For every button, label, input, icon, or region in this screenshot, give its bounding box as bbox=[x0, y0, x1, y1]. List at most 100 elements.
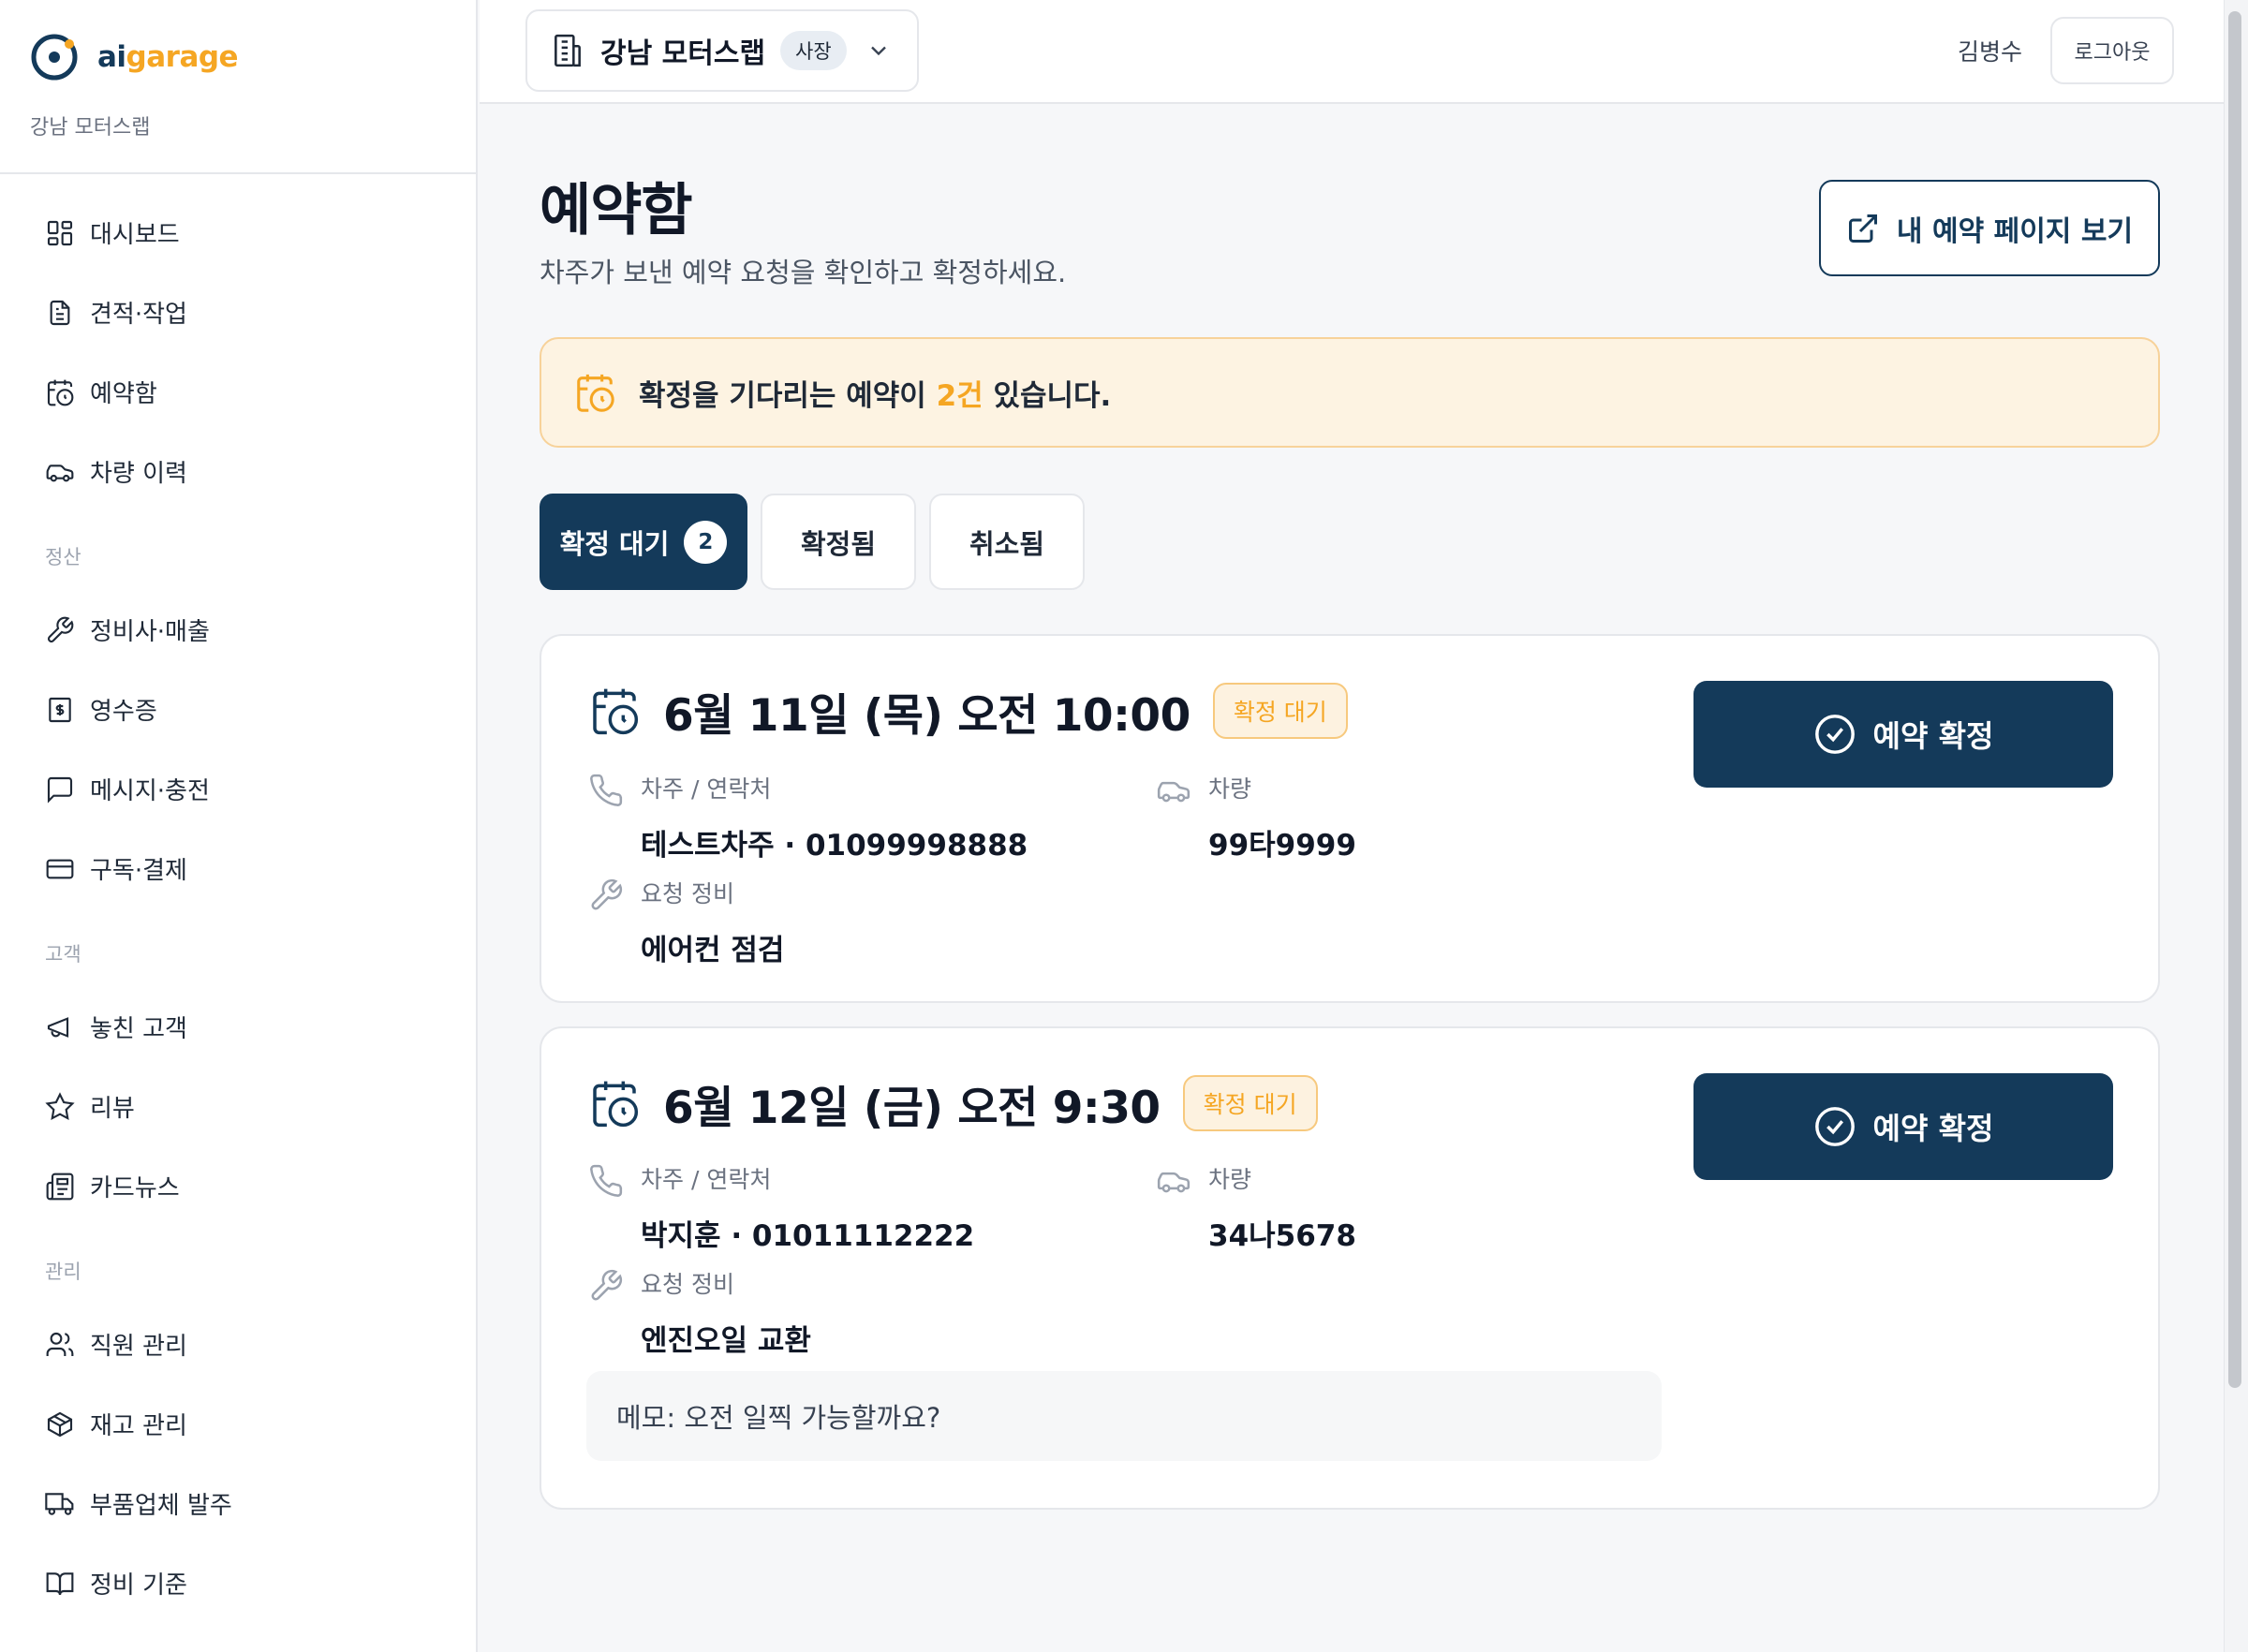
megaphone-icon bbox=[45, 1012, 75, 1042]
sidebar-item-label: 영수증 bbox=[90, 698, 157, 726]
reservation-memo: 메모: 오전 일찍 가능할까요? bbox=[586, 1371, 1662, 1461]
sidebar-item-label: 카드뉴스 bbox=[90, 1174, 180, 1202]
sidebar-item-reservations[interactable]: 예약함 bbox=[0, 352, 476, 432]
field-label: 차주 / 연락처 bbox=[641, 1166, 772, 1193]
sidebar-item-label: 직원 관리 bbox=[90, 1333, 187, 1361]
shop-selector-name: 강남 모터스랩 bbox=[600, 37, 766, 70]
sidebar-section-title: 고객 bbox=[45, 943, 81, 966]
owner-contact-value: 테스트차주 · 01099998888 bbox=[641, 829, 1028, 863]
brand-logo[interactable]: aigarage bbox=[30, 32, 239, 82]
sidebar-item-dashboard[interactable]: 대시보드 bbox=[0, 193, 476, 273]
sidebar-nav: 대시보드 견적·작업 예약함 차량 이력 정산 정비사·매출 영수증 메시지·충… bbox=[0, 193, 476, 1623]
brand-name: aigarage bbox=[97, 40, 239, 74]
sidebar-item-label: 리뷰 bbox=[90, 1095, 135, 1123]
car-icon bbox=[1157, 1172, 1191, 1193]
calendar-clock-icon bbox=[593, 688, 639, 735]
box-icon bbox=[45, 1409, 75, 1439]
sidebar-item-inventory[interactable]: 재고 관리 bbox=[0, 1384, 476, 1464]
sidebar-item-label: 정비 기준 bbox=[90, 1571, 187, 1600]
phone-icon bbox=[590, 1164, 623, 1197]
shop-selector[interactable]: 강남 모터스랩 사장 bbox=[525, 9, 919, 92]
calendar-clock-icon bbox=[45, 377, 75, 407]
tab-label: 확정됨 bbox=[800, 527, 877, 560]
reservation-datetime: 6월 11일 (목) 오전 10:00 bbox=[663, 689, 1191, 742]
confirm-label: 예약 확정 bbox=[1872, 718, 1994, 754]
wrench-icon bbox=[591, 1269, 623, 1301]
sidebar-item-card-news[interactable]: 카드뉴스 bbox=[0, 1146, 476, 1226]
sidebar-item-label: 대시보드 bbox=[90, 221, 180, 249]
tab-confirmed[interactable]: 확정됨 bbox=[761, 494, 916, 590]
owner-contact-value: 박지훈 · 01011112222 bbox=[641, 1219, 975, 1253]
page-subtitle: 차주가 보낸 예약 요청을 확인하고 확정하세요. bbox=[540, 257, 1067, 288]
status-badge: 확정 대기 bbox=[1212, 683, 1348, 739]
field-label: 차주 / 연락처 bbox=[641, 775, 772, 803]
sidebar-item-vehicle-history[interactable]: 차량 이력 bbox=[0, 432, 476, 511]
sidebar-item-label: 구독·결제 bbox=[90, 857, 187, 885]
sidebar-item-estimates[interactable]: 견적·작업 bbox=[0, 273, 476, 352]
sidebar-item-mechanics-sales[interactable]: 정비사·매출 bbox=[0, 590, 476, 670]
service-value: 에어컨 점검 bbox=[641, 934, 785, 967]
users-icon bbox=[45, 1330, 75, 1360]
building-icon bbox=[555, 34, 581, 67]
sidebar-item-label: 놓친 고객 bbox=[90, 1015, 187, 1043]
sidebar-item-maintenance-standards[interactable]: 정비 기준 bbox=[0, 1543, 476, 1623]
newspaper-icon bbox=[45, 1172, 75, 1202]
owner-contact-field: 차주 / 연락처 박지훈 · 01011112222 bbox=[588, 1161, 974, 1254]
sidebar-item-label: 재고 관리 bbox=[90, 1412, 187, 1440]
receipt-icon bbox=[45, 695, 75, 725]
notice-text: 확정을 기다리는 예약이 2건 있습니다. bbox=[639, 378, 1112, 413]
star-icon bbox=[45, 1091, 75, 1122]
phone-icon bbox=[590, 774, 623, 806]
sidebar-item-label: 견적·작업 bbox=[90, 301, 187, 329]
vehicle-value: 34나5678 bbox=[1208, 1219, 1356, 1253]
sidebar-item-label: 정비사·매출 bbox=[90, 618, 210, 646]
sidebar-item-messages[interactable]: 메시지·충전 bbox=[0, 749, 476, 829]
car-icon bbox=[1157, 781, 1191, 803]
sidebar-item-label: 부품업체 발주 bbox=[90, 1492, 232, 1520]
field-label: 차량 bbox=[1208, 1166, 1252, 1193]
tab-cancelled[interactable]: 취소됨 bbox=[929, 494, 1085, 590]
check-circle-icon bbox=[1814, 1107, 1855, 1146]
owner-contact-field: 차주 / 연락처 테스트차주 · 01099998888 bbox=[588, 771, 1028, 863]
chevron-down-icon bbox=[870, 46, 886, 56]
confirm-label: 예약 확정 bbox=[1872, 1111, 1994, 1146]
page-title: 예약함 bbox=[540, 178, 693, 243]
status-badge: 확정 대기 bbox=[1182, 1075, 1318, 1131]
sidebar-shop-name: 강남 모터스랩 bbox=[30, 116, 151, 140]
reservation-card: 6월 12일 (금) 오전 9:30 확정 대기 차주 / 연락처 박지훈 · … bbox=[540, 1026, 2160, 1510]
document-icon bbox=[45, 298, 75, 328]
reservation-card: 6월 11일 (목) 오전 10:00 확정 대기 차주 / 연락처 테스트차주… bbox=[540, 634, 2160, 1003]
tab-pending[interactable]: 확정 대기 2 bbox=[540, 494, 747, 590]
sidebar-item-receipts[interactable]: 영수증 bbox=[0, 670, 476, 749]
sidebar-item-reviews[interactable]: 리뷰 bbox=[0, 1067, 476, 1146]
calendar-clock-icon bbox=[593, 1081, 639, 1128]
sidebar-section-title: 관리 bbox=[45, 1261, 81, 1283]
sidebar-item-parts-order[interactable]: 부품업체 발주 bbox=[0, 1464, 476, 1543]
view-booking-page-button[interactable]: 내 예약 페이지 보기 bbox=[1819, 180, 2160, 276]
service-value: 엔진오일 교환 bbox=[641, 1324, 811, 1358]
tab-label: 확정 대기 bbox=[559, 527, 670, 560]
check-circle-icon bbox=[1814, 715, 1855, 754]
view-booking-page-label: 내 예약 페이지 보기 bbox=[1896, 214, 2134, 248]
sidebar-item-label: 예약함 bbox=[90, 380, 157, 408]
sidebar-section-title: 정산 bbox=[45, 546, 81, 568]
sidebar-item-missed-customers[interactable]: 놓친 고객 bbox=[0, 987, 476, 1067]
scrollbar-thumb[interactable] bbox=[2228, 11, 2241, 1388]
external-link-icon bbox=[1848, 214, 1877, 243]
sidebar-item-subscription[interactable]: 구독·결제 bbox=[0, 829, 476, 908]
confirm-reservation-button[interactable]: 예약 확정 bbox=[1693, 1073, 2113, 1180]
notice-count: 2건 bbox=[936, 378, 984, 413]
logout-button[interactable]: 로그아웃 bbox=[2050, 17, 2174, 84]
book-icon bbox=[45, 1569, 75, 1599]
role-badge: 사장 bbox=[780, 31, 847, 70]
wrench-icon bbox=[591, 878, 623, 910]
reservation-datetime: 6월 12일 (금) 오전 9:30 bbox=[663, 1082, 1161, 1134]
tab-label: 취소됨 bbox=[969, 527, 1045, 560]
tab-count-badge: 2 bbox=[684, 520, 728, 564]
sidebar-item-staff[interactable]: 직원 관리 bbox=[0, 1305, 476, 1384]
calendar-clock-icon bbox=[577, 374, 614, 412]
confirm-reservation-button[interactable]: 예약 확정 bbox=[1693, 681, 2113, 788]
logo-icon bbox=[31, 34, 78, 81]
user-name: 김병수 bbox=[1958, 38, 2023, 66]
reservation-header: 6월 11일 (목) 오전 10:00 확정 대기 bbox=[588, 681, 1348, 742]
